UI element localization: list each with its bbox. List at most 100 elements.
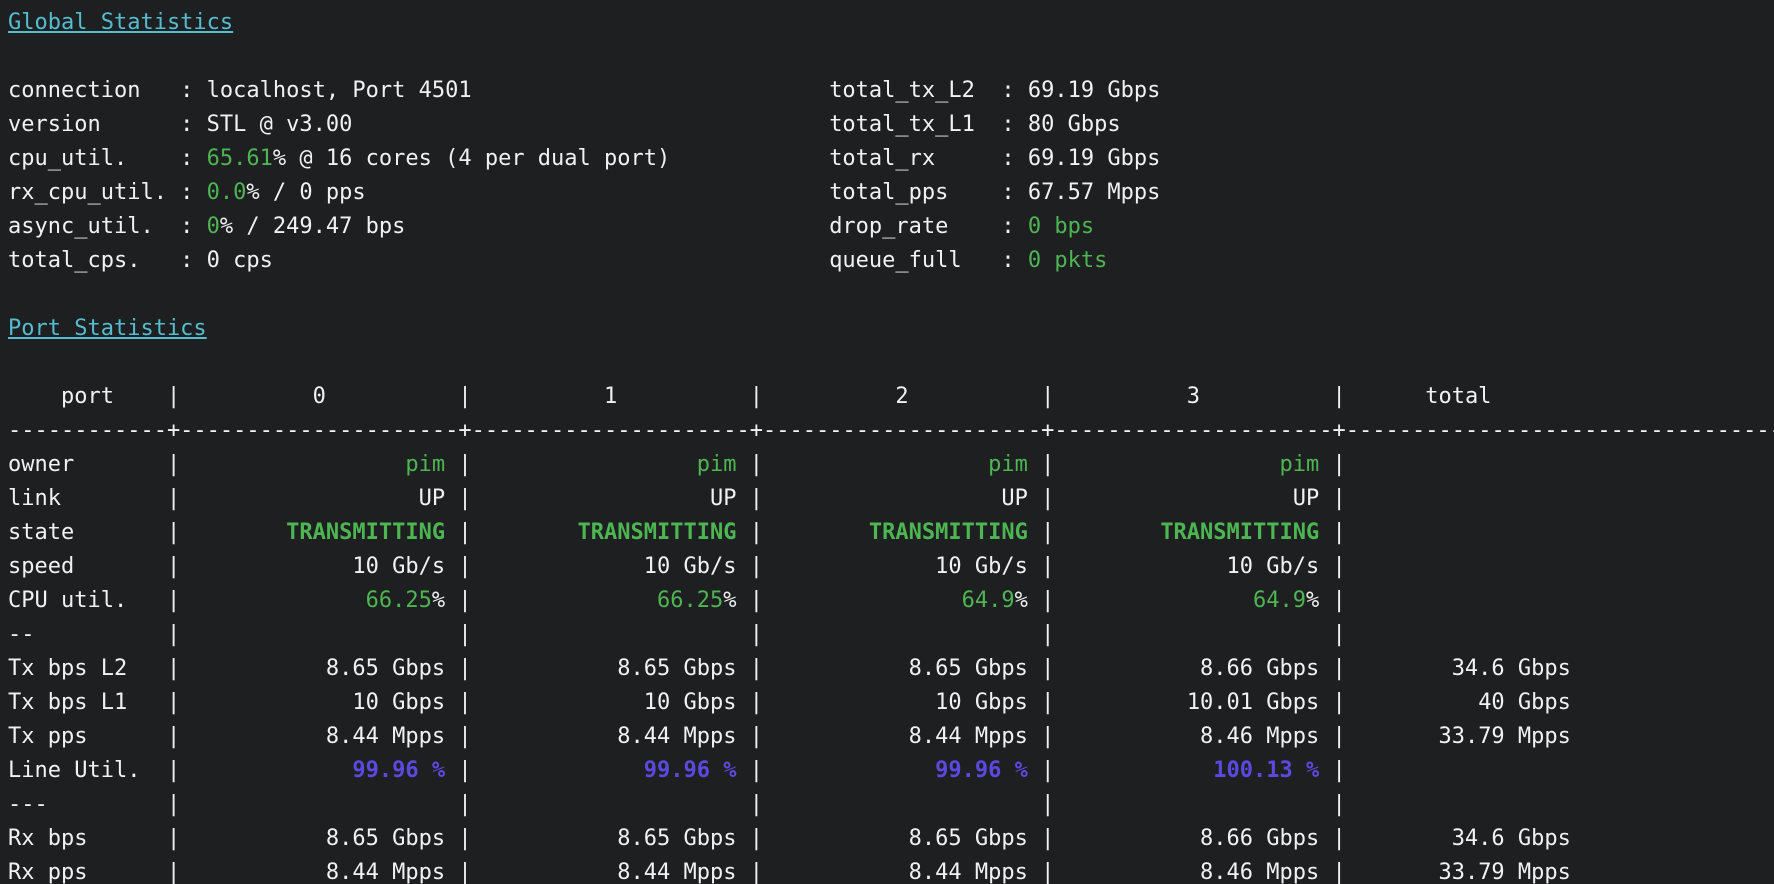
column-separator-pipe: | — [1333, 758, 1346, 783]
cell-value: % — [723, 588, 736, 613]
column-separator-pipe: | — [458, 826, 471, 851]
row-label: Line Util. — [8, 754, 167, 788]
stat-value-highlight: 0 pkts — [1028, 248, 1107, 273]
stat-value: STL @ v3.00 — [207, 112, 353, 137]
stat-label: total_tx_L2 — [829, 74, 1001, 108]
column-separator-pipe: | — [750, 656, 763, 681]
column-separator-pipe: | — [167, 486, 180, 511]
stat-label: total_rx — [829, 142, 1001, 176]
global-stat-right: drop_rate: 0 bps — [829, 214, 1094, 239]
port-cell: UP — [472, 482, 750, 516]
column-separator-pipe: | — [167, 860, 180, 884]
cell-value: 8.65 Gbps — [909, 656, 1028, 681]
stat-value-highlight: 0.0 — [207, 180, 247, 205]
stat-value: % / 249.47 bps — [220, 214, 405, 239]
port-cell: 8.44 Mpps — [763, 856, 1041, 884]
global-stat-right: total_tx_L1: 80 Gbps — [829, 112, 1120, 137]
stat-value: % / 0 pps — [246, 180, 365, 205]
cell-value: UP — [1293, 486, 1320, 511]
cell-value: 8.44 Mpps — [326, 860, 445, 884]
column-separator-pipe: | — [1333, 724, 1346, 749]
port-cell: 64.9% — [763, 584, 1041, 618]
table-row: state|TRANSMITTING|TRANSMITTING|TRANSMIT… — [8, 516, 1774, 550]
total-cell: 33.79 Mpps — [1346, 856, 1571, 884]
cell-value-highlight: pim — [405, 452, 445, 477]
port-cell: 66.25% — [180, 584, 458, 618]
cell-value: 8.65 Gbps — [326, 826, 445, 851]
port-cell: 8.44 Mpps — [763, 720, 1041, 754]
global-stat-left: rx_cpu_util.: 0.0% / 0 pps — [8, 176, 829, 210]
global-stats-section: connection: localhost, Port 4501total_tx… — [8, 74, 1774, 278]
column-separator-pipe: | — [167, 690, 180, 715]
port-cell: 99.96 % — [472, 754, 750, 788]
column-separator-pipe: | — [750, 758, 763, 783]
stat-value-highlight: 65.61 — [207, 146, 273, 171]
stat-label: queue_full — [829, 244, 1001, 278]
column-separator-pipe: | — [458, 452, 471, 477]
table-separator-row: ------------+---------------------+-----… — [8, 414, 1774, 448]
stat-label: async_util. — [8, 210, 180, 244]
colon-separator: : — [180, 78, 207, 103]
cell-value: 8.44 Mpps — [909, 860, 1028, 884]
port-cell: 8.44 Mpps — [180, 720, 458, 754]
column-separator-pipe: | — [1333, 860, 1346, 884]
column-separator-pipe: | — [1333, 486, 1346, 511]
stat-value: 67.57 Mpps — [1028, 180, 1160, 205]
cell-value: 8.44 Mpps — [909, 724, 1028, 749]
cell-value: 8.46 Mpps — [1200, 724, 1319, 749]
row-label: link — [8, 482, 167, 516]
colon-separator: : — [180, 112, 207, 137]
cell-value-highlight: pim — [988, 452, 1028, 477]
cell-value-highlight: TRANSMITTING — [578, 520, 737, 545]
column-separator-pipe: | — [1333, 826, 1346, 851]
colon-separator: : — [1001, 248, 1028, 273]
column-separator-pipe: | — [1041, 656, 1054, 681]
cell-value-highlight: TRANSMITTING — [869, 520, 1028, 545]
table-row: Tx bps L1|10 Gbps|10 Gbps|10 Gbps|10.01 … — [8, 686, 1774, 720]
column-separator-pipe: | — [167, 384, 180, 409]
table-row: Tx bps L2|8.65 Gbps|8.65 Gbps|8.65 Gbps|… — [8, 652, 1774, 686]
port-cell: 10.01 Gbps — [1054, 686, 1332, 720]
stat-label: rx_cpu_util. — [8, 176, 180, 210]
table-header-row: port|0|1|2|3|total — [8, 380, 1774, 414]
global-stat-row: total_cps.: 0 cpsqueue_full: 0 pkts — [8, 244, 1774, 278]
cell-value: UP — [710, 486, 737, 511]
column-separator-pipe: | — [1333, 520, 1346, 545]
column-separator-pipe: | — [1041, 724, 1054, 749]
column-separator-pipe: | — [750, 520, 763, 545]
column-separator-pipe: | — [458, 656, 471, 681]
port-cell: pim — [763, 448, 1041, 482]
cell-value: 10 Gbps — [935, 690, 1028, 715]
port-cell: 8.65 Gbps — [472, 822, 750, 856]
column-separator-pipe: | — [458, 758, 471, 783]
row-label: -- — [8, 618, 167, 652]
cell-value-highlight: 66.25 — [366, 588, 432, 613]
port-cell: 64.9% — [1054, 584, 1332, 618]
port-cell: 10 Gb/s — [180, 550, 458, 584]
column-separator-pipe: | — [1333, 452, 1346, 477]
column-separator-pipe: | — [458, 554, 471, 579]
column-separator-pipe: | — [750, 690, 763, 715]
cell-value: 8.65 Gbps — [617, 826, 736, 851]
cell-value: % — [1015, 588, 1028, 613]
port-cell: TRANSMITTING — [180, 516, 458, 550]
cell-value: 8.66 Gbps — [1200, 656, 1319, 681]
stat-value: localhost, Port 4501 — [207, 78, 472, 103]
port-cell: 8.44 Mpps — [472, 856, 750, 884]
column-separator-pipe: | — [750, 486, 763, 511]
column-separator-pipe: | — [167, 656, 180, 681]
column-separator-pipe: | — [1333, 554, 1346, 579]
port-cell: 100.13 % — [1054, 754, 1332, 788]
port-cell: 8.46 Mpps — [1054, 720, 1332, 754]
column-header-total: total — [1346, 380, 1571, 414]
global-stat-left: total_cps.: 0 cps — [8, 244, 829, 278]
row-label: Tx bps L2 — [8, 652, 167, 686]
table-row: owner|pim|pim|pim|pim| — [8, 448, 1774, 482]
port-cell: TRANSMITTING — [1054, 516, 1332, 550]
colon-separator: : — [1001, 112, 1028, 137]
global-stat-left: version: STL @ v3.00 — [8, 108, 829, 142]
column-separator-pipe: | — [750, 724, 763, 749]
cell-value: 10 Gbps — [644, 690, 737, 715]
total-cell: 40 Gbps — [1346, 686, 1571, 720]
global-stat-left: connection: localhost, Port 4501 — [8, 74, 829, 108]
